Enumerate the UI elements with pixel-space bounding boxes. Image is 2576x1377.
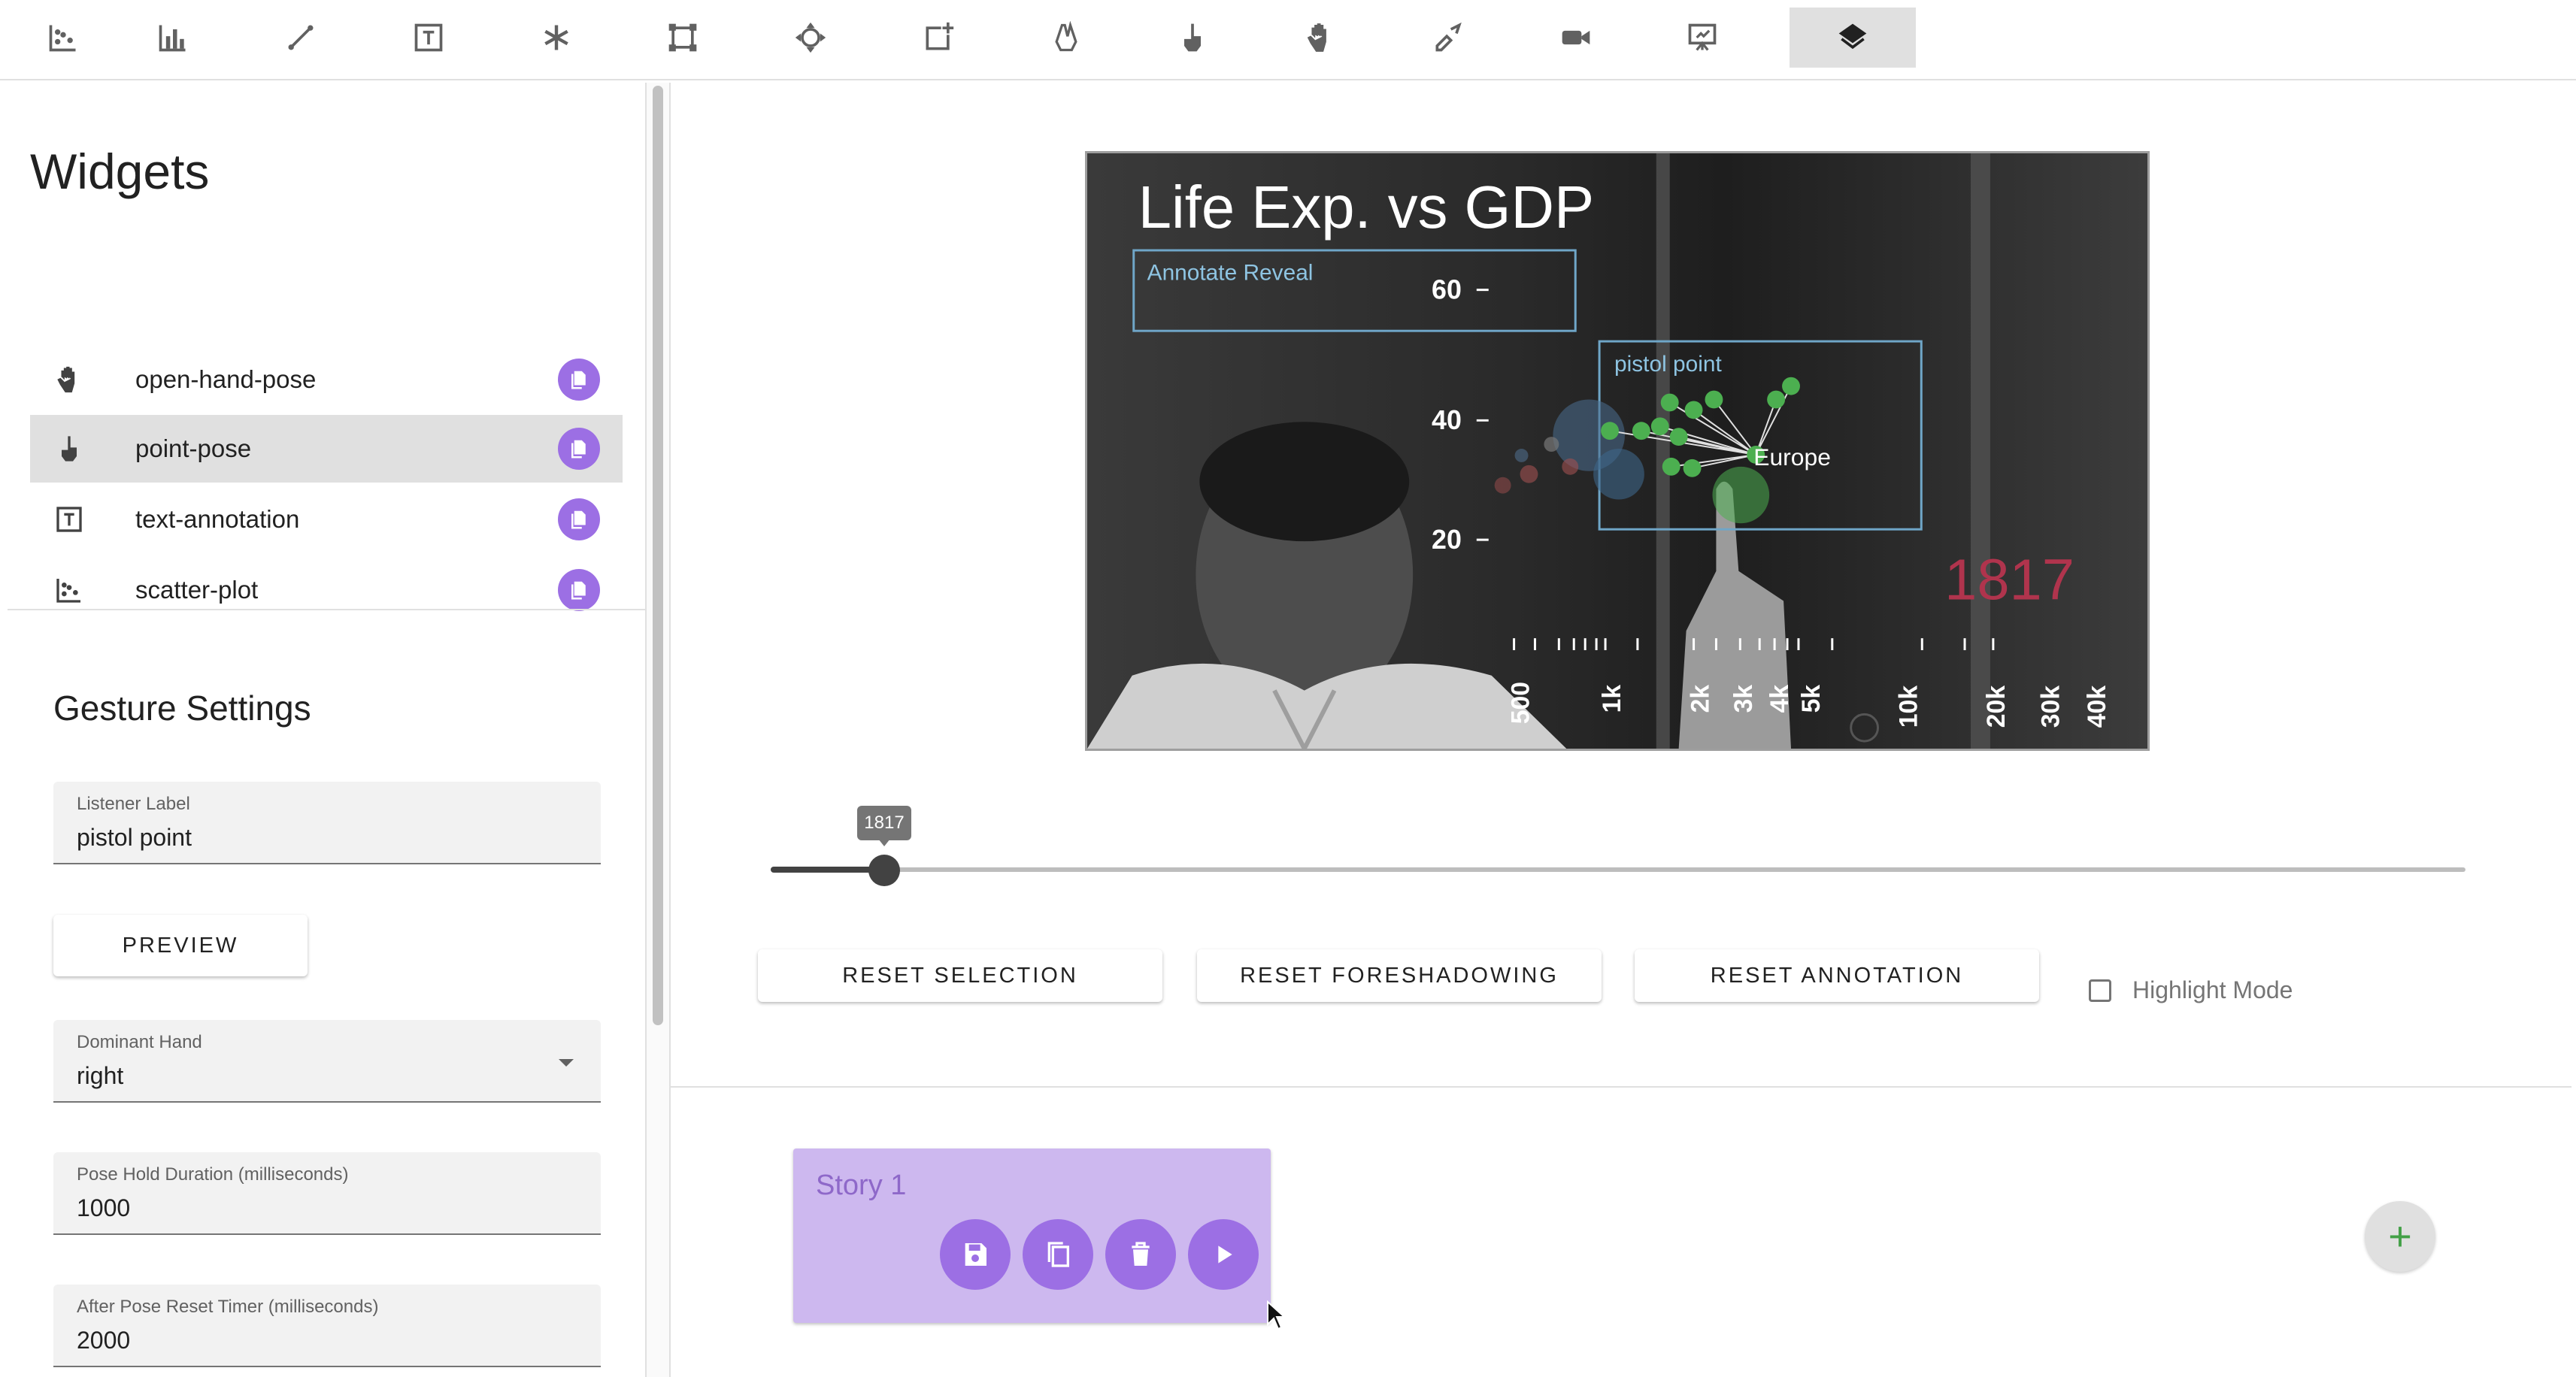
asterisk-tool-icon[interactable] (493, 8, 620, 68)
field-value: 2000 (77, 1327, 131, 1354)
year-label: 1817 (1944, 548, 2074, 613)
reset-annotation-button[interactable]: RESET ANNOTATION (1635, 949, 2039, 1002)
pinch-hand-tool-icon[interactable] (1003, 8, 1129, 68)
x-tick-label: 30k (2036, 685, 2065, 728)
chevron-down-icon (559, 1059, 574, 1067)
presentation-tool-icon[interactable] (1639, 8, 1765, 68)
field-label: Listener Label (77, 794, 190, 814)
video-overlay-svg: Annotate Reveal Life Exp. vs GDP 60 40 2… (1087, 153, 2147, 749)
field-value: pistol point (77, 824, 192, 851)
video-canvas[interactable]: Annotate Reveal Life Exp. vs GDP 60 40 2… (1085, 151, 2150, 751)
copy-widget-button[interactable] (558, 359, 600, 401)
sidebar-divider (8, 609, 645, 610)
year-slider-thumb[interactable] (868, 855, 900, 886)
y-tick-label: 20 (1432, 525, 1462, 555)
copy-widget-button[interactable] (558, 428, 600, 470)
text-box-icon (47, 504, 92, 534)
gesture-settings-title: Gesture Settings (53, 688, 311, 728)
scatter-plot-icon (47, 575, 92, 605)
save-icon (965, 1243, 986, 1266)
top-toolbar (0, 0, 2576, 80)
field-value: right (77, 1062, 124, 1089)
main-divider (669, 1086, 2571, 1088)
add-story-button[interactable]: + (2365, 1201, 2435, 1272)
europe-label: Europe (1753, 443, 1831, 471)
scrollbar-thumb[interactable] (653, 86, 663, 1025)
field-value: 1000 (77, 1194, 131, 1221)
video-camera-tool-icon[interactable] (1513, 8, 1639, 68)
copy-widget-button[interactable] (558, 569, 600, 611)
year-slider-track[interactable] (771, 867, 2465, 872)
plus-icon: + (2388, 1214, 2412, 1259)
highlight-mode-checkbox[interactable] (2089, 979, 2111, 1002)
play-icon (1218, 1245, 1232, 1264)
widget-item-open-hand-pose[interactable]: open-hand-pose (30, 346, 623, 413)
widgets-sidebar: Widgets open-hand-pose point-pose text-a… (8, 83, 647, 1377)
widget-label: text-annotation (135, 505, 300, 533)
widget-item-point-pose[interactable]: point-pose (30, 415, 623, 483)
add-box-tool-icon[interactable] (875, 8, 1002, 68)
mouse-cursor-icon (1266, 1300, 1286, 1334)
shape-tool-icon[interactable] (620, 8, 746, 68)
pistol-point-label: pistol point (1614, 352, 1722, 377)
reset-foreshadowing-button[interactable]: RESET FORESHADOWING (1197, 949, 1602, 1002)
year-slider-fill (771, 867, 883, 873)
x-tick-label: 20k (1982, 685, 2011, 728)
story-card[interactable]: Story 1 (793, 1149, 1271, 1323)
x-tick-label: 2k (1686, 685, 1714, 713)
story-title: Story 1 (816, 1170, 907, 1201)
sidebar-scrollbar[interactable] (647, 83, 671, 1377)
x-tick-label: 4k (1765, 685, 1794, 713)
line-tool-icon[interactable] (238, 8, 364, 68)
scatter-plot-tool-icon[interactable] (0, 8, 126, 68)
annotate-reveal-label: Annotate Reveal (1147, 261, 1314, 286)
curtain-fold (1656, 153, 1670, 749)
widget-item-scatter-plot[interactable]: scatter-plot (30, 556, 623, 624)
widget-label: point-pose (135, 434, 252, 462)
y-tick-label: 40 (1432, 405, 1462, 435)
point-hand-icon (47, 434, 92, 464)
x-tick-label: 3k (1729, 685, 1758, 713)
highlight-mode-label: Highlight Mode (2132, 976, 2293, 1003)
move-tool-icon[interactable] (747, 8, 874, 68)
layers-tool-icon[interactable] (1790, 8, 1916, 68)
listener-label-field[interactable]: Listener Label pistol point (53, 782, 601, 864)
x-tick-label: 500 (1506, 682, 1535, 724)
x-tick-label: 40k (2083, 685, 2111, 728)
trash-icon (1132, 1242, 1150, 1266)
field-label: Pose Hold Duration (milliseconds) (77, 1164, 349, 1185)
text-tool-icon[interactable] (365, 8, 492, 68)
play-story-button[interactable] (1188, 1219, 1259, 1290)
x-tick-label: 1k (1598, 685, 1626, 713)
curtain-fold (1971, 153, 1990, 749)
dominant-hand-select[interactable]: Dominant Hand right (53, 1020, 601, 1103)
duplicate-story-button[interactable] (1023, 1219, 1093, 1290)
field-label: Dominant Hand (77, 1032, 202, 1052)
widget-label: open-hand-pose (135, 365, 317, 393)
copy-widget-button[interactable] (558, 498, 600, 540)
open-hand-icon (47, 365, 92, 395)
save-story-button[interactable] (940, 1219, 1011, 1290)
chart-title: Life Exp. vs GDP (1138, 174, 1594, 241)
reset-selection-button[interactable]: RESET SELECTION (758, 949, 1162, 1002)
widget-item-text-annotation[interactable]: text-annotation (30, 486, 623, 553)
widget-label: scatter-plot (135, 576, 259, 604)
field-label: After Pose Reset Timer (milliseconds) (77, 1297, 379, 1317)
swipe-hand-tool-icon[interactable] (1385, 8, 1511, 68)
y-tick-label: 60 (1432, 275, 1462, 305)
point-hand-tool-icon[interactable] (1129, 8, 1256, 68)
x-tick-label: 10k (1894, 685, 1923, 728)
year-slider-tooltip: 1817 (857, 806, 911, 846)
delete-story-button[interactable] (1105, 1219, 1176, 1290)
x-tick-label: 5k (1797, 685, 1826, 713)
widgets-title: Widgets (30, 144, 210, 199)
bar-chart-tool-icon[interactable] (110, 8, 236, 68)
copy-icon (1047, 1242, 1069, 1267)
pose-hold-duration-field[interactable]: Pose Hold Duration (milliseconds) 1000 (53, 1152, 601, 1235)
open-hand-tool-icon[interactable] (1257, 8, 1383, 68)
after-pose-reset-field[interactable]: After Pose Reset Timer (milliseconds) 20… (53, 1285, 601, 1367)
preview-button[interactable]: PREVIEW (53, 915, 308, 976)
